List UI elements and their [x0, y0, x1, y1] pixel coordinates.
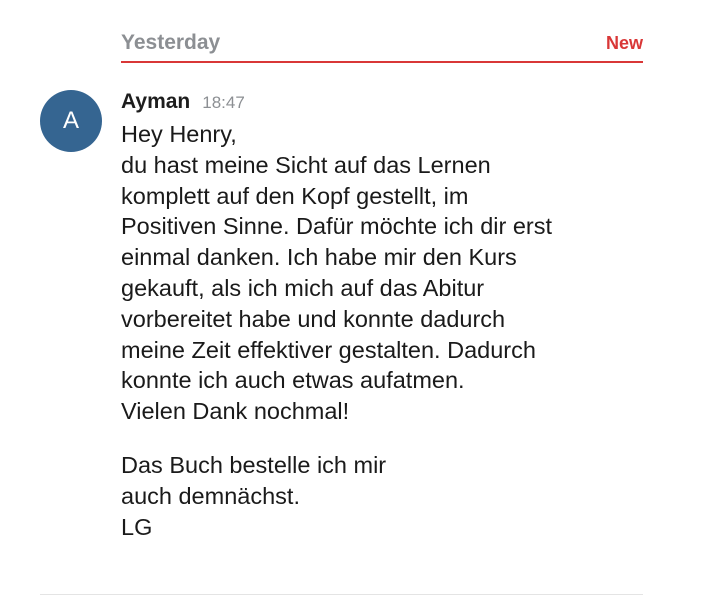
message-line: Vielen Dank nochmal!	[121, 398, 350, 425]
date-separator-label: Yesterday	[121, 31, 221, 54]
message-line: komplett auf den Kopf gestellt, im	[121, 182, 469, 209]
message-line: LG	[121, 513, 153, 540]
message-line: meine Zeit effektiver gestalten. Dadurch	[121, 336, 536, 363]
message-line: auch demnächst.	[121, 482, 300, 509]
message-timestamp: 18:47	[202, 93, 245, 112]
message-line: konnte ich auch etwas aufatmen.	[121, 367, 465, 394]
avatar[interactable]: A	[40, 90, 102, 152]
message-line: vorbereitet habe und konnte dadurch	[121, 305, 506, 332]
message-line: du hast meine Sicht auf das Lernen	[121, 151, 491, 178]
new-messages-line	[121, 61, 643, 63]
author-name[interactable]: Ayman	[121, 90, 190, 114]
message-line: einmal danken. Ich habe mir den Kurs	[121, 244, 517, 271]
message-line: gekauft, als ich mich auf das Abitur	[121, 274, 485, 301]
new-messages-divider: Yesterday New	[121, 28, 643, 64]
message-body: Hey Henry, du hast meine Sicht auf das L…	[121, 119, 691, 542]
new-messages-label: New	[605, 33, 643, 53]
message-separator	[40, 594, 643, 595]
message-line: Das Buch bestelle ich mir	[121, 451, 387, 478]
message-line: Hey Henry,	[121, 121, 237, 147]
message-line: Positiven Sinne. Dafür möchte ich dir er…	[121, 213, 553, 240]
message-header: Ayman 18:47	[121, 90, 245, 118]
